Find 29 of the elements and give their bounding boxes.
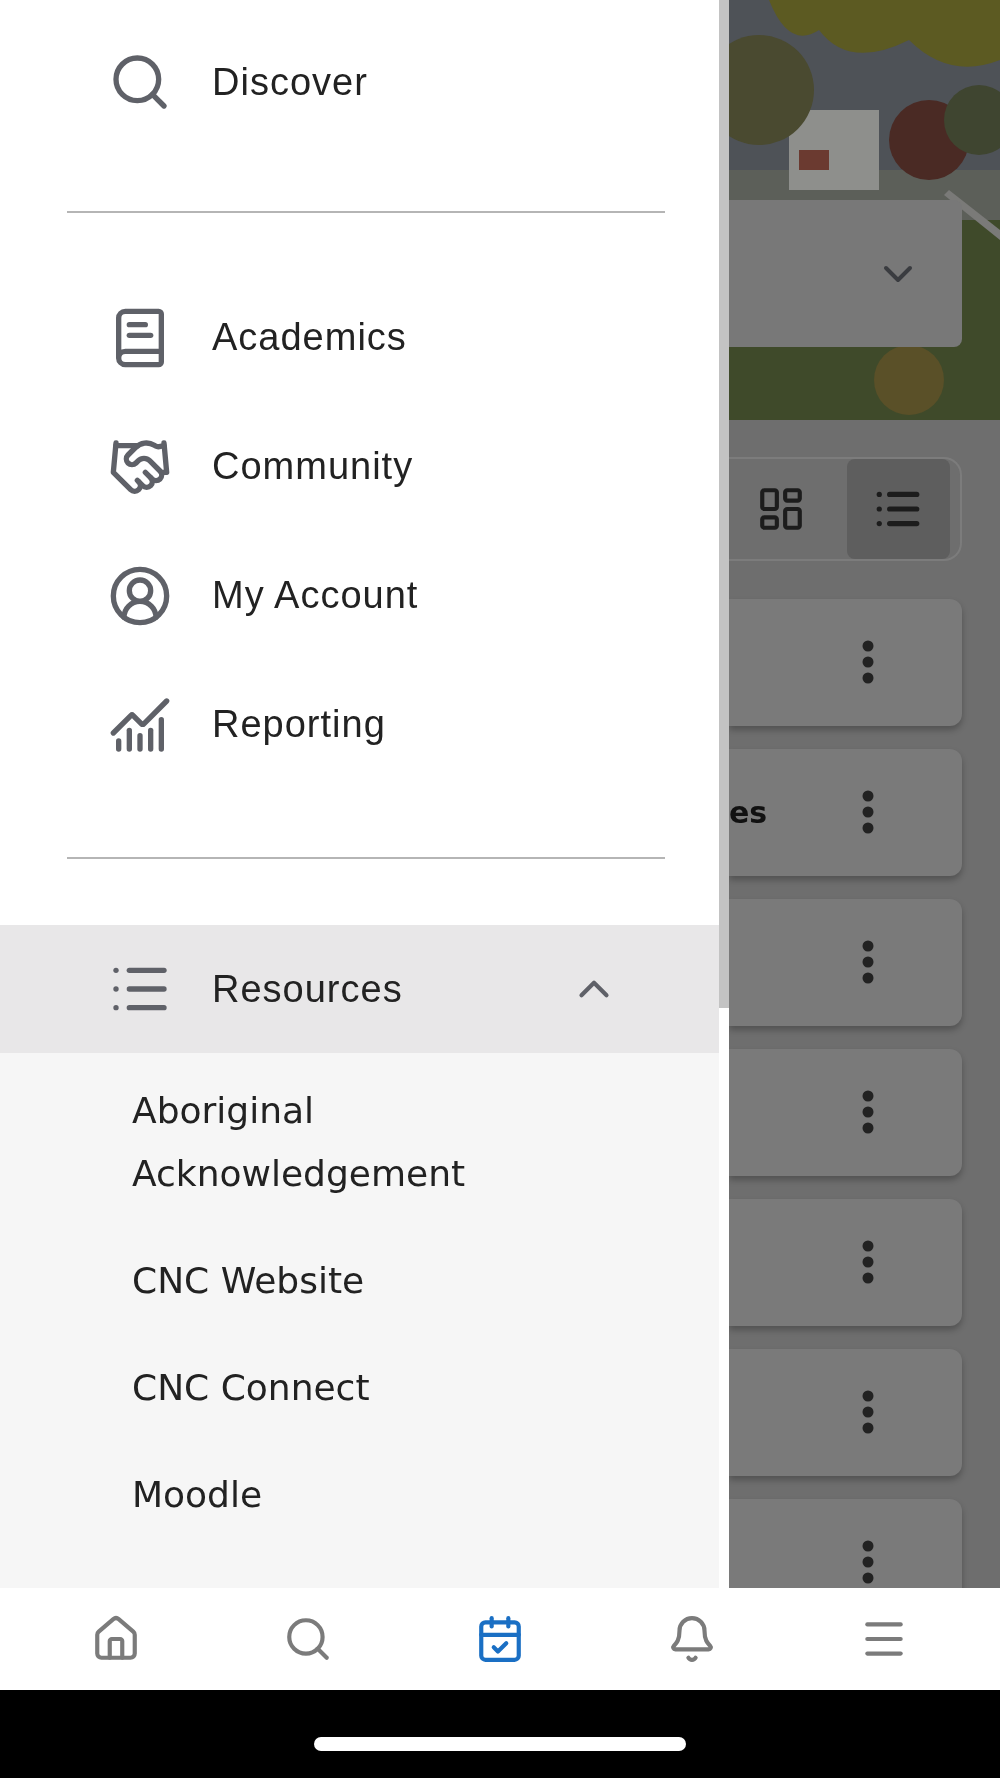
card-title: es	[729, 795, 768, 830]
more-button[interactable]	[862, 1090, 874, 1134]
more-icon	[862, 1240, 874, 1284]
more-button[interactable]	[862, 1540, 874, 1584]
submenu-link[interactable]: CNC Website	[0, 1227, 719, 1334]
more-button[interactable]	[862, 640, 874, 684]
submenu-link[interactable]: CNC Connect	[0, 1334, 719, 1441]
more-button[interactable]	[862, 1390, 874, 1434]
more-icon	[862, 1540, 874, 1584]
more-icon	[862, 790, 874, 834]
list-card[interactable]: es	[729, 749, 962, 876]
more-button[interactable]	[862, 790, 874, 834]
dropdown-field[interactable]	[729, 200, 962, 347]
more-button[interactable]	[862, 1240, 874, 1284]
menu-item[interactable]: Community	[0, 402, 719, 531]
submenu-link[interactable]: Aboriginal Acknowledgement	[0, 1057, 719, 1227]
menu-item[interactable]: My Account	[0, 531, 719, 660]
more-icon	[862, 640, 874, 684]
submenu-link[interactable]: Moodle	[0, 1441, 719, 1548]
more-button[interactable]	[862, 940, 874, 984]
menu-item[interactable]: Reporting	[0, 660, 719, 789]
menu-item[interactable]: Academics	[0, 273, 719, 402]
resources-item[interactable]: Resources	[0, 925, 719, 1053]
more-icon	[862, 1090, 874, 1134]
scrollbar-thumb[interactable]	[719, 0, 729, 1008]
list-view-button[interactable]	[846, 459, 950, 559]
menu-item[interactable]: Discover	[0, 18, 719, 146]
more-icon	[862, 940, 874, 984]
more-icon	[862, 1390, 874, 1434]
